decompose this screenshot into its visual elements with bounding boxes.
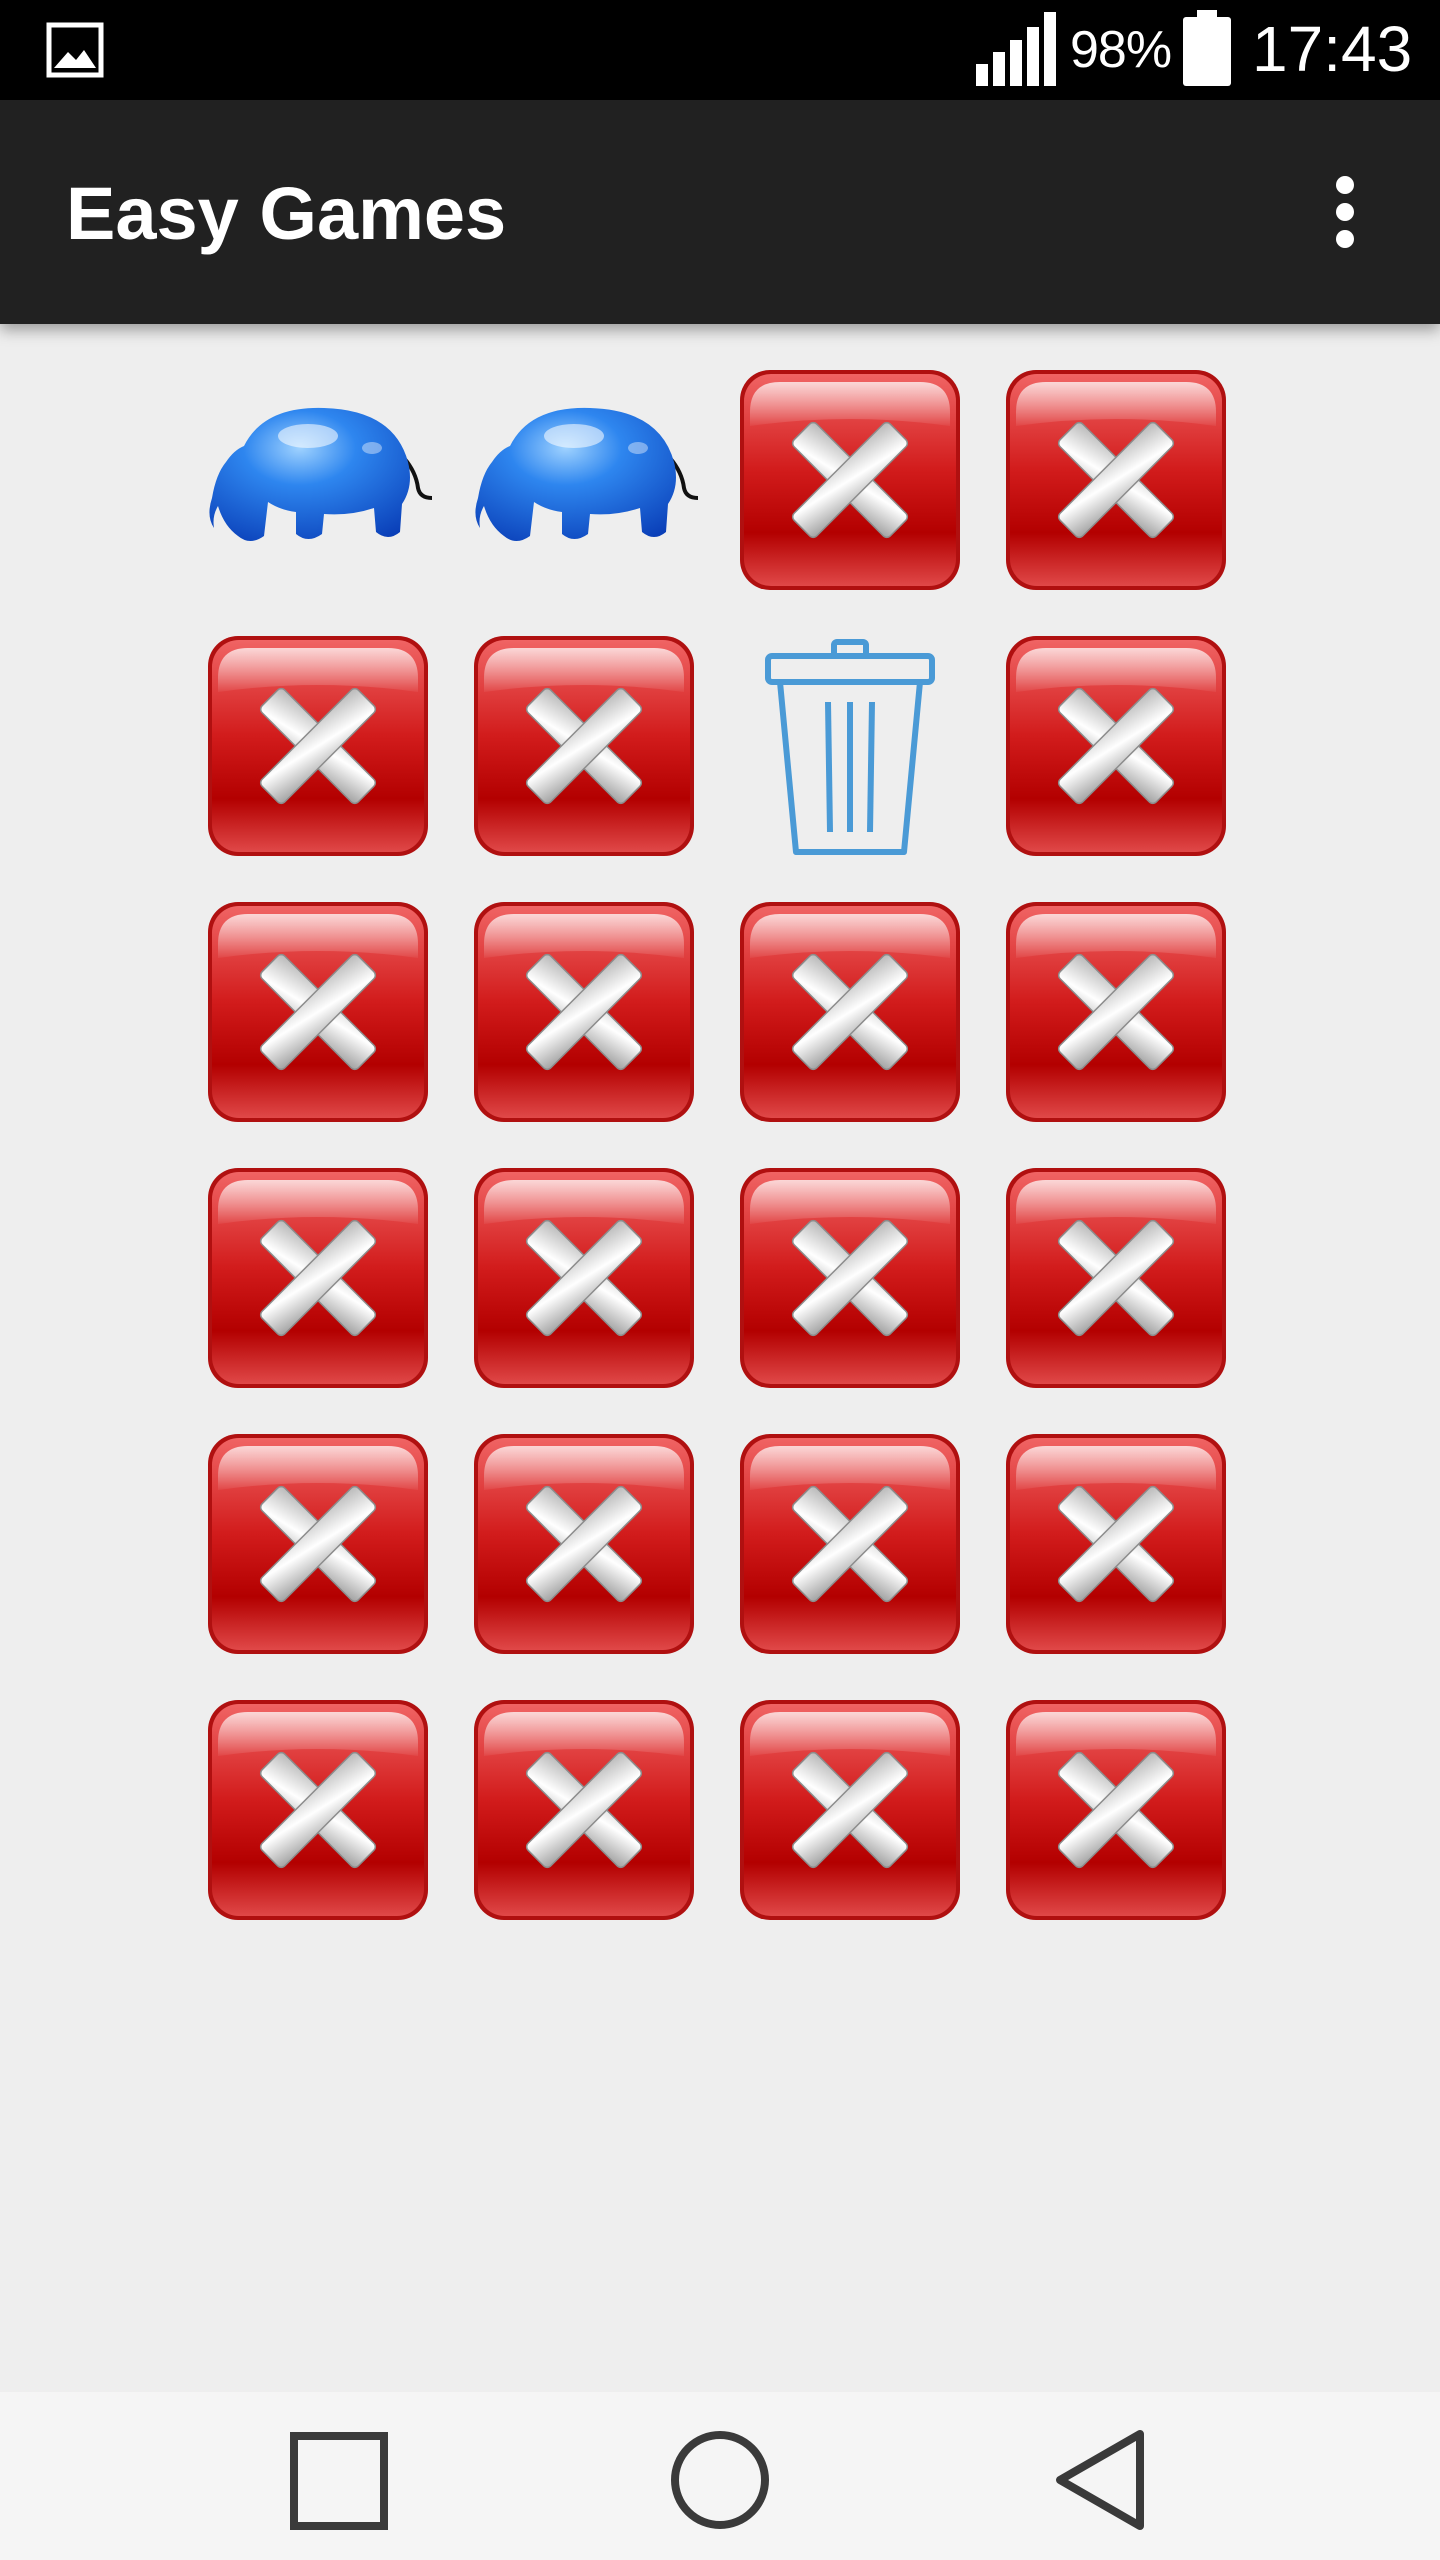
- close-x-icon: [1002, 1696, 1230, 1924]
- battery-icon: [1183, 10, 1231, 86]
- elephant-card[interactable]: [204, 366, 432, 594]
- navigation-bar: [0, 2392, 1440, 2560]
- hidden-card[interactable]: [470, 1164, 698, 1392]
- hidden-card[interactable]: [1002, 898, 1230, 1126]
- close-x-icon: [470, 1430, 698, 1658]
- status-bar: 98% 17:43: [0, 0, 1440, 100]
- close-x-icon: [1002, 1164, 1230, 1392]
- hidden-card[interactable]: [736, 366, 964, 594]
- hidden-card[interactable]: [470, 1430, 698, 1658]
- hidden-card[interactable]: [1002, 366, 1230, 594]
- close-x-icon: [1002, 1430, 1230, 1658]
- close-x-icon: [736, 1430, 964, 1658]
- overflow-menu-icon[interactable]: [1300, 162, 1390, 262]
- close-x-icon: [470, 1164, 698, 1392]
- signal-icon: [976, 12, 1056, 86]
- close-x-icon: [204, 898, 432, 1126]
- close-x-icon: [1002, 632, 1230, 860]
- elephant-card[interactable]: [470, 366, 698, 594]
- close-x-icon: [204, 1696, 432, 1924]
- clock: 17:43: [1252, 13, 1413, 85]
- hidden-card[interactable]: [1002, 632, 1230, 860]
- battery-percentage: 98%: [1070, 21, 1172, 79]
- home-icon[interactable]: [655, 2414, 785, 2544]
- hidden-card[interactable]: [204, 898, 432, 1126]
- close-x-icon: [470, 632, 698, 860]
- close-x-icon: [736, 1696, 964, 1924]
- app-bar: Easy Games: [0, 100, 1440, 324]
- hidden-card[interactable]: [1002, 1164, 1230, 1392]
- hidden-card[interactable]: [204, 1430, 432, 1658]
- hidden-card[interactable]: [736, 1164, 964, 1392]
- hidden-card[interactable]: [736, 898, 964, 1126]
- hidden-card[interactable]: [736, 1430, 964, 1658]
- close-x-icon: [470, 898, 698, 1126]
- trash-can-card[interactable]: [736, 632, 964, 860]
- close-x-icon: [204, 632, 432, 860]
- hidden-card[interactable]: [204, 1696, 432, 1924]
- close-x-icon: [736, 898, 964, 1126]
- close-x-icon: [470, 1696, 698, 1924]
- close-x-icon: [1002, 898, 1230, 1126]
- hidden-card[interactable]: [1002, 1696, 1230, 1924]
- hidden-card[interactable]: [470, 1696, 698, 1924]
- hidden-card[interactable]: [470, 632, 698, 860]
- game-board: [204, 366, 1230, 1962]
- close-x-icon: [204, 1164, 432, 1392]
- back-icon[interactable]: [1040, 2414, 1170, 2544]
- hidden-card[interactable]: [204, 632, 432, 860]
- close-x-icon: [736, 366, 964, 594]
- hidden-card[interactable]: [736, 1696, 964, 1924]
- close-x-icon: [736, 1164, 964, 1392]
- close-x-icon: [204, 1430, 432, 1658]
- trash-can-icon: [736, 632, 964, 860]
- elephant-icon: [204, 366, 432, 594]
- recents-icon[interactable]: [274, 2414, 404, 2544]
- hidden-card[interactable]: [1002, 1430, 1230, 1658]
- gallery-icon: [46, 22, 104, 78]
- app-title: Easy Games: [66, 172, 507, 255]
- close-x-icon: [1002, 366, 1230, 594]
- elephant-icon: [470, 366, 698, 594]
- hidden-card[interactable]: [204, 1164, 432, 1392]
- hidden-card[interactable]: [470, 898, 698, 1126]
